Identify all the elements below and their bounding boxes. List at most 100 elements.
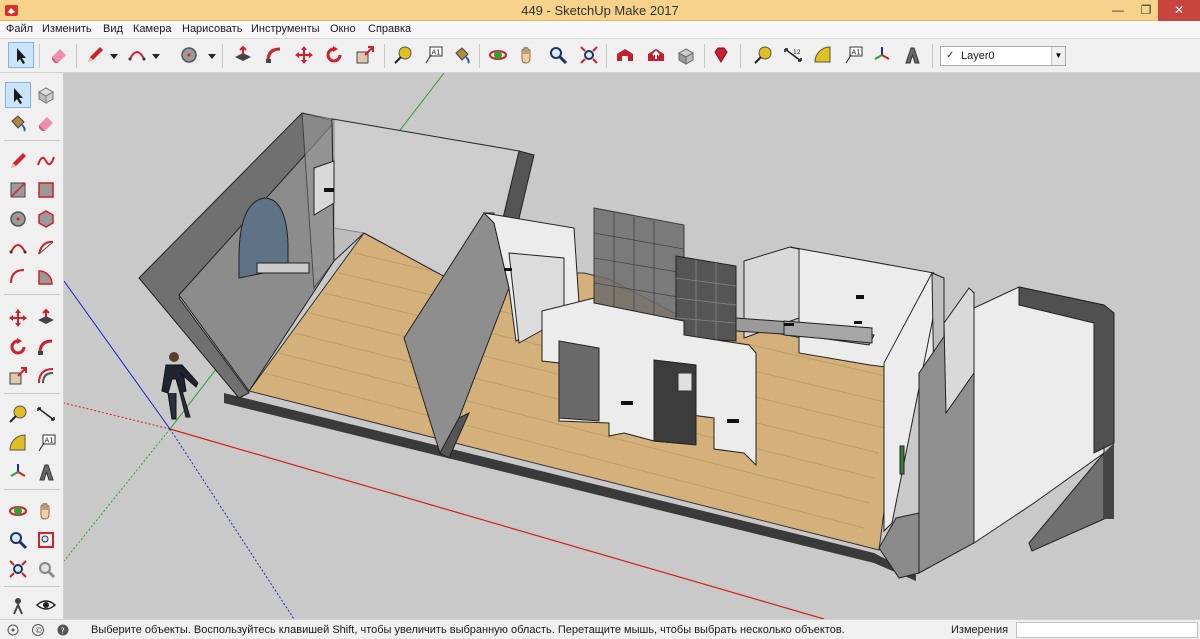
two-point-arc-tool-button[interactable] (33, 235, 59, 261)
zoom-extents-button[interactable] (576, 42, 602, 68)
pie-icon (38, 270, 53, 285)
select-tool-button[interactable] (5, 82, 31, 108)
text-3d-tool-button[interactable]: A1 (840, 42, 866, 68)
dimension-tool-button[interactable]: 12 (780, 42, 806, 68)
line-tool-button[interactable] (5, 148, 31, 174)
3d-text-tool-button[interactable] (899, 42, 925, 68)
three-point-arc-tool-button[interactable] (5, 264, 31, 290)
zoom-window-button[interactable] (33, 527, 59, 553)
paint-bucket-tool-button[interactable] (449, 42, 475, 68)
warehouse-button[interactable] (612, 42, 638, 68)
toolbar-separator (4, 294, 60, 295)
construction-tape-button[interactable] (750, 42, 776, 68)
share-component-button[interactable] (673, 42, 699, 68)
paint-bucket-tool-button[interactable] (5, 110, 31, 136)
push-pull-tool-button[interactable] (33, 305, 59, 331)
chevron-down-icon[interactable] (152, 52, 160, 60)
zoom-window-icon (38, 532, 54, 548)
toolbar-separator (479, 44, 480, 68)
position-camera-button[interactable] (5, 592, 31, 618)
dimension-tool-button[interactable] (33, 401, 59, 427)
chevron-down-icon[interactable]: ▼ (1051, 47, 1065, 65)
pan-tool-button[interactable] (33, 498, 59, 524)
make-component-button[interactable] (33, 82, 59, 108)
menu-window[interactable]: Окно (330, 23, 356, 35)
extension-warehouse-button[interactable] (708, 42, 734, 68)
tape-measure-tool-button[interactable] (390, 42, 416, 68)
rotated-rectangle-tool-button[interactable] (33, 177, 59, 203)
model-viewport[interactable] (64, 73, 1200, 619)
share-model-button[interactable] (643, 42, 669, 68)
tape-measure-tool-button[interactable] (5, 401, 31, 427)
pan-tool-button[interactable] (514, 42, 540, 68)
zoom-tool-button[interactable] (5, 527, 31, 553)
toolbar-separator (932, 44, 933, 68)
menu-tools[interactable]: Инструменты (251, 23, 320, 35)
scale-tool-button[interactable] (5, 363, 31, 389)
freehand-tool-button[interactable] (33, 148, 59, 174)
chevron-down-icon[interactable] (208, 52, 216, 60)
menu-draw[interactable]: Нарисовать (182, 23, 242, 35)
offset-tool-button[interactable] (33, 363, 59, 389)
toolbar-separator (740, 44, 741, 68)
protractor-tool-button[interactable] (5, 430, 31, 456)
axes-tool-button[interactable] (5, 459, 31, 485)
menu-camera[interactable]: Камера (133, 23, 171, 35)
zoom-extents-button[interactable] (5, 556, 31, 582)
polygon-tool-button[interactable] (33, 206, 59, 232)
protractor-icon (9, 434, 26, 451)
arc-tool-button[interactable] (124, 42, 150, 68)
move-tool-button[interactable] (5, 305, 31, 331)
rotate-icon (10, 338, 26, 355)
svg-text:12: 12 (793, 49, 801, 56)
follow-me-tool-button[interactable] (261, 42, 287, 68)
minimize-button[interactable]: — (1104, 0, 1132, 21)
protractor-tool-button[interactable] (810, 42, 836, 68)
maximize-button[interactable]: ❐ (1132, 0, 1160, 21)
eye-icon (36, 600, 56, 610)
follow-me-tool-button[interactable] (33, 334, 59, 360)
close-button[interactable]: ✕ (1158, 0, 1200, 21)
orbit-tool-button[interactable] (5, 498, 31, 524)
menu-edit[interactable]: Изменить (42, 23, 92, 35)
chevron-down-icon[interactable] (110, 52, 118, 60)
menu-file[interactable]: Файл (6, 23, 33, 35)
3d-text-tool-button[interactable] (33, 459, 59, 485)
look-around-button[interactable] (33, 592, 59, 618)
text-tool-button[interactable]: A1 (33, 430, 59, 456)
paint-bucket-icon (11, 115, 26, 132)
rotated-rectangle-icon (38, 182, 54, 198)
scale-icon (9, 367, 27, 385)
text-tool-button[interactable]: A1 (420, 42, 446, 68)
rectangle-tool-button[interactable] (5, 177, 31, 203)
arc-icon (128, 51, 146, 61)
rotate-tool-button[interactable] (5, 334, 31, 360)
menu-view[interactable]: Вид (103, 23, 123, 35)
circle-tool-button[interactable] (5, 206, 31, 232)
previous-view-button[interactable] (33, 556, 59, 582)
eraser-tool-button[interactable] (46, 42, 72, 68)
eraser-tool-button[interactable] (33, 110, 59, 136)
push-pull-tool-button[interactable] (230, 42, 256, 68)
credits-icon[interactable]: © (31, 623, 45, 637)
orbit-tool-button[interactable] (485, 42, 511, 68)
hand-icon (40, 503, 50, 520)
help-icon[interactable]: ? (56, 623, 70, 637)
pencil-icon (88, 47, 103, 62)
move-tool-button[interactable] (291, 42, 317, 68)
geo-location-icon[interactable] (6, 623, 20, 637)
shapes-tool-button[interactable] (176, 42, 202, 68)
scale-tool-button[interactable] (352, 42, 378, 68)
measurements-input[interactable] (1016, 622, 1198, 638)
layer-dropdown[interactable]: ✓ Layer0 ▼ (940, 46, 1066, 66)
zoom-tool-button[interactable] (545, 42, 571, 68)
line-tool-button[interactable] (82, 42, 108, 68)
model-canvas[interactable] (64, 73, 1200, 619)
menu-help[interactable]: Справка (368, 23, 411, 35)
axes-tool-button[interactable] (869, 42, 895, 68)
pie-tool-button[interactable] (33, 264, 59, 290)
rotate-tool-button[interactable] (321, 42, 347, 68)
select-tool-button[interactable] (8, 42, 34, 68)
arc-tool-button[interactable] (5, 235, 31, 261)
svg-text:A1: A1 (852, 49, 861, 57)
